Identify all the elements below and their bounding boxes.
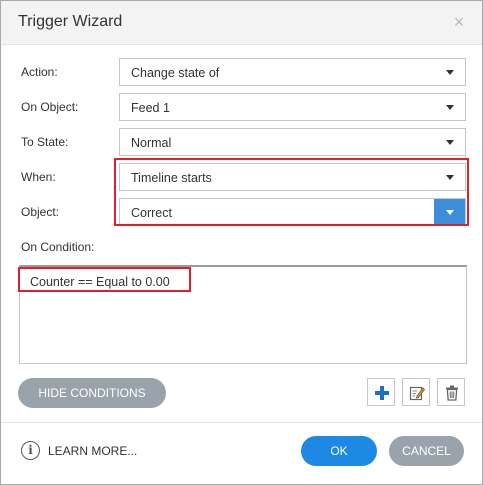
on-object-label: On Object: — [21, 100, 79, 114]
on-object-value: Feed 1 — [131, 101, 170, 115]
chevron-down-icon — [446, 175, 454, 180]
footer-divider — [1, 422, 482, 423]
when-select[interactable]: Timeline starts — [119, 163, 466, 191]
to-state-select[interactable]: Normal — [119, 128, 466, 156]
dialog-header: Trigger Wizard × — [1, 1, 482, 45]
delete-condition-button[interactable] — [437, 378, 465, 406]
chevron-down-icon — [446, 140, 454, 145]
chevron-down-icon — [446, 210, 454, 215]
edit-icon — [409, 386, 426, 401]
on-condition-label: On Condition: — [21, 240, 95, 254]
chevron-down-icon — [446, 105, 454, 110]
hide-conditions-button[interactable]: HIDE CONDITIONS — [18, 378, 166, 408]
trigger-wizard-dialog: Trigger Wizard × Action: Change state of… — [0, 0, 483, 485]
info-icon: i — [21, 441, 40, 460]
condition-item[interactable]: Counter == Equal to 0.00 — [30, 275, 170, 289]
plus-icon — [375, 386, 389, 400]
chevron-down-icon — [446, 70, 454, 75]
on-object-select[interactable]: Feed 1 — [119, 93, 466, 121]
edit-condition-button[interactable] — [402, 378, 430, 406]
when-label: When: — [21, 170, 56, 184]
dialog-title: Trigger Wizard — [18, 13, 123, 30]
learn-more-label: LEARN MORE... — [48, 444, 138, 458]
cancel-button[interactable]: CANCEL — [389, 436, 464, 466]
when-value: Timeline starts — [131, 171, 212, 185]
conditions-list[interactable]: Counter == Equal to 0.00 — [19, 265, 467, 364]
close-icon[interactable]: × — [449, 11, 469, 33]
to-state-value: Normal — [131, 136, 172, 150]
object-value: Correct — [131, 206, 172, 220]
action-label: Action: — [21, 65, 58, 79]
to-state-label: To State: — [21, 135, 69, 149]
add-condition-button[interactable] — [367, 378, 395, 406]
action-select[interactable]: Change state of — [119, 58, 466, 86]
trash-icon — [446, 385, 458, 401]
action-value: Change state of — [131, 66, 220, 80]
dropdown-button[interactable] — [434, 199, 465, 225]
ok-button[interactable]: OK — [301, 436, 377, 466]
object-select[interactable]: Correct — [119, 198, 466, 226]
object-label: Object: — [21, 205, 60, 219]
